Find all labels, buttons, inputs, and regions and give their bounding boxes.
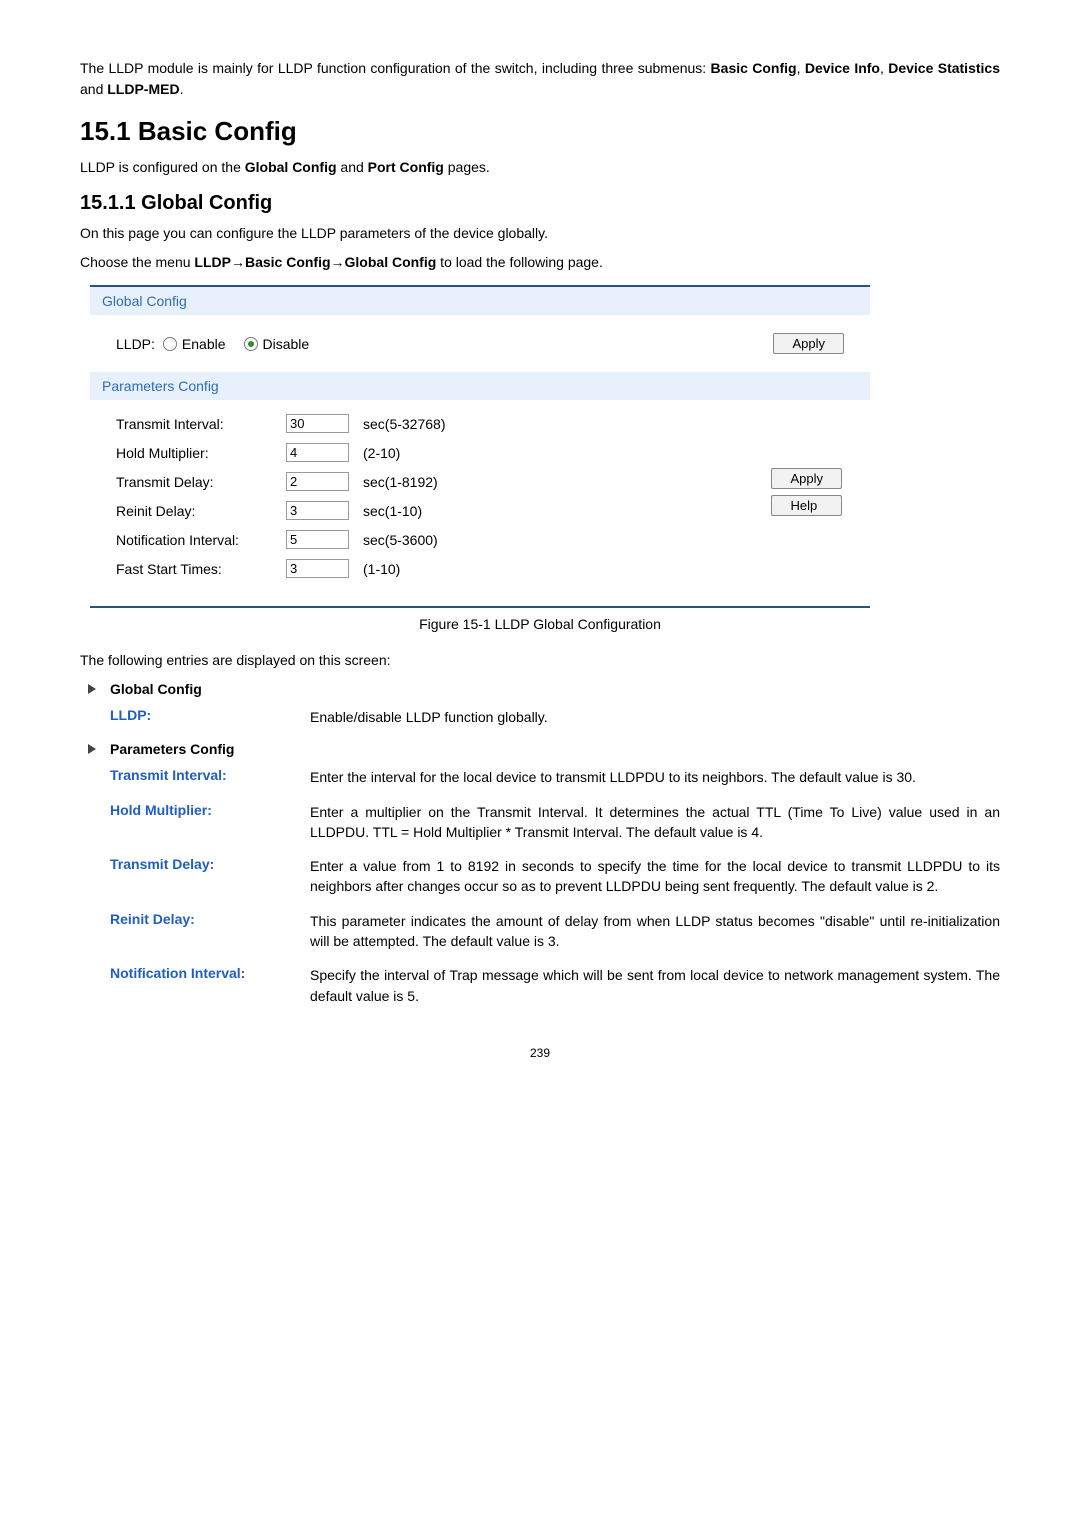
transmit-interval-def: Enter the interval for the local device … bbox=[310, 767, 1000, 787]
transmit-delay-input[interactable] bbox=[286, 472, 349, 491]
chevron-icon bbox=[88, 744, 96, 754]
global-config-row: LLDP: Enable Disable Apply bbox=[90, 315, 870, 372]
hold-multiplier-label: Hold Multiplier: bbox=[116, 445, 286, 461]
fast-start-times-label: Fast Start Times: bbox=[116, 561, 286, 577]
reinit-delay-term: Reinit Delay: bbox=[110, 911, 310, 927]
intro-text: The LLDP module is mainly for LLDP funct… bbox=[80, 60, 711, 76]
transmit-delay-label: Transmit Delay: bbox=[116, 474, 286, 490]
fast-start-times-input[interactable] bbox=[286, 559, 349, 578]
notification-interval-entry: Notification Interval: Specify the inter… bbox=[110, 965, 1000, 1006]
notification-interval-term: Notification Interval: bbox=[110, 965, 310, 981]
lldp-entry: LLDP: Enable/disable LLDP function globa… bbox=[110, 707, 1000, 727]
disable-radio[interactable] bbox=[244, 337, 258, 351]
param-row-notification-interval: Notification Interval: sec(5-3600) bbox=[116, 530, 844, 549]
reinit-delay-entry: Reinit Delay: This parameter indicates t… bbox=[110, 911, 1000, 952]
disable-label: Disable bbox=[263, 336, 310, 352]
lldp-def: Enable/disable LLDP function globally. bbox=[310, 707, 1000, 727]
transmit-interval-input[interactable] bbox=[286, 414, 349, 433]
transmit-delay-entry: Transmit Delay: Enter a value from 1 to … bbox=[110, 856, 1000, 897]
figure-caption: Figure 15-1 LLDP Global Configuration bbox=[80, 616, 1000, 632]
notification-interval-def: Specify the interval of Trap message whi… bbox=[310, 965, 1000, 1006]
menu-path-desc: Choose the menu LLDP→Basic Config→Global… bbox=[80, 252, 1000, 273]
lldp-term: LLDP: bbox=[110, 707, 310, 723]
notification-interval-label: Notification Interval: bbox=[116, 532, 286, 548]
param-row-transmit-delay: Transmit Delay: sec(1-8192) bbox=[116, 472, 844, 491]
transmit-delay-term: Transmit Delay: bbox=[110, 856, 310, 872]
notification-interval-input[interactable] bbox=[286, 530, 349, 549]
enable-label: Enable bbox=[182, 336, 226, 352]
global-config-desc: On this page you can configure the LLDP … bbox=[80, 223, 1000, 244]
hold-multiplier-entry: Hold Multiplier: Enter a multiplier on t… bbox=[110, 802, 1000, 843]
intro-period: . bbox=[180, 81, 184, 97]
hold-multiplier-term: Hold Multiplier: bbox=[110, 802, 310, 818]
param-row-hold-multiplier: Hold Multiplier: (2-10) bbox=[116, 443, 844, 462]
hold-multiplier-input[interactable] bbox=[286, 443, 349, 462]
reinit-delay-input[interactable] bbox=[286, 501, 349, 520]
transmit-interval-term: Transmit Interval: bbox=[110, 767, 310, 783]
transmit-interval-label: Transmit Interval: bbox=[116, 416, 286, 432]
lldp-label: LLDP: bbox=[116, 336, 155, 352]
transmit-interval-hint: sec(5-32768) bbox=[363, 416, 446, 432]
intro-bold-list: Basic Config bbox=[711, 60, 797, 76]
transmit-delay-hint: sec(1-8192) bbox=[363, 474, 438, 490]
heading-global-config: 15.1.1 Global Config bbox=[80, 192, 1000, 215]
reinit-delay-def: This parameter indicates the amount of d… bbox=[310, 911, 1000, 952]
global-apply-button[interactable]: Apply bbox=[773, 333, 844, 354]
params-help-button[interactable]: Help bbox=[771, 495, 842, 516]
transmit-delay-def: Enter a value from 1 to 8192 in seconds … bbox=[310, 856, 1000, 897]
notification-interval-hint: sec(5-3600) bbox=[363, 532, 438, 548]
params-config-section-header: Parameters Config bbox=[90, 372, 870, 400]
reinit-delay-label: Reinit Delay: bbox=[116, 503, 286, 519]
params-config-area: Transmit Interval: sec(5-32768) Hold Mul… bbox=[90, 400, 870, 606]
entries-intro: The following entries are displayed on t… bbox=[80, 650, 1000, 671]
param-row-reinit-delay: Reinit Delay: sec(1-10) bbox=[116, 501, 844, 520]
reinit-delay-hint: sec(1-10) bbox=[363, 503, 422, 519]
hold-multiplier-def: Enter a multiplier on the Transmit Inter… bbox=[310, 802, 1000, 843]
global-config-bullet: Global Config bbox=[80, 681, 1000, 697]
param-row-transmit-interval: Transmit Interval: sec(5-32768) bbox=[116, 414, 844, 433]
hold-multiplier-hint: (2-10) bbox=[363, 445, 400, 461]
params-config-bullet: Parameters Config bbox=[80, 741, 1000, 757]
params-config-section-title: Parameters Config bbox=[110, 741, 234, 757]
basic-config-desc: LLDP is configured on the Global Config … bbox=[80, 157, 1000, 178]
global-config-section-title: Global Config bbox=[110, 681, 202, 697]
intro-last-bold: LLDP-MED bbox=[107, 81, 179, 97]
param-row-fast-start-times: Fast Start Times: (1-10) bbox=[116, 559, 844, 578]
config-screenshot: Global Config LLDP: Enable Disable Apply… bbox=[90, 285, 870, 608]
global-config-section-header: Global Config bbox=[90, 287, 870, 315]
page-number: 239 bbox=[80, 1046, 1000, 1060]
intro-and: and bbox=[80, 81, 107, 97]
params-apply-button[interactable]: Apply bbox=[771, 468, 842, 489]
heading-basic-config: 15.1 Basic Config bbox=[80, 116, 1000, 147]
chevron-icon bbox=[88, 684, 96, 694]
fast-start-times-hint: (1-10) bbox=[363, 561, 400, 577]
transmit-interval-entry: Transmit Interval: Enter the interval fo… bbox=[110, 767, 1000, 787]
intro-paragraph: The LLDP module is mainly for LLDP funct… bbox=[80, 58, 1000, 100]
enable-radio[interactable] bbox=[163, 337, 177, 351]
